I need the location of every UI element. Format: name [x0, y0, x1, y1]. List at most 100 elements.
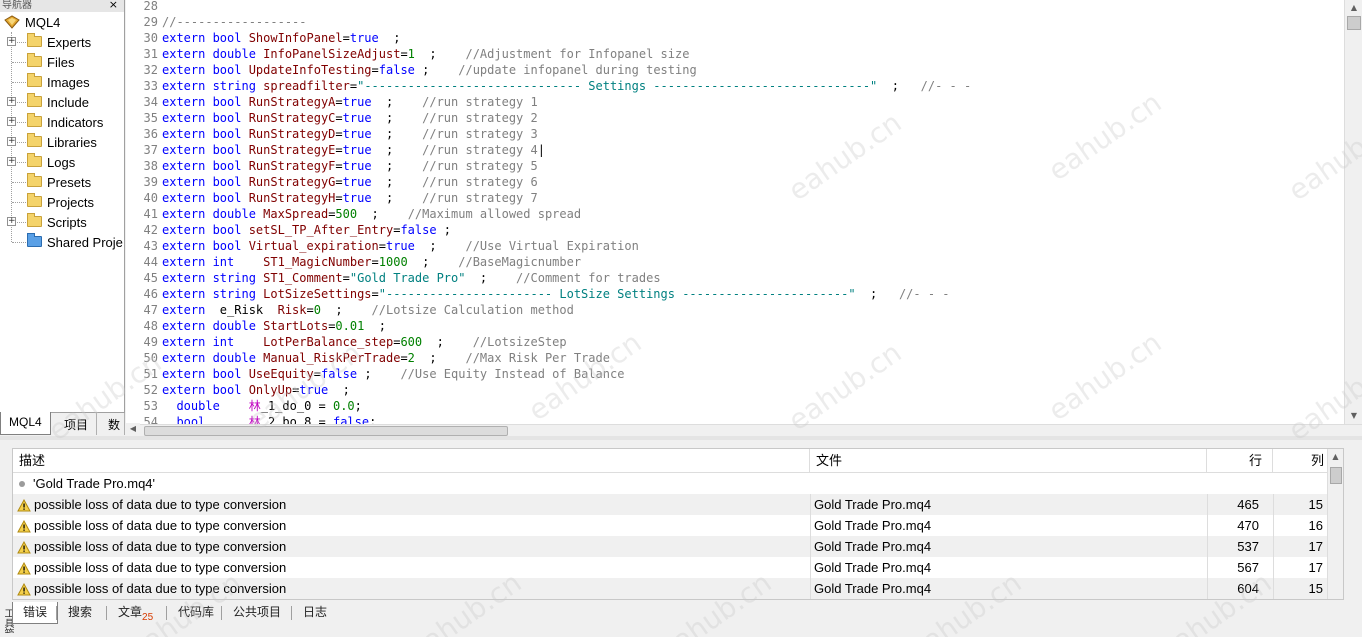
vertical-scroll-thumb[interactable]: [1347, 16, 1361, 30]
code-line[interactable]: 46 extern string LotSizeSettings="-------…: [126, 286, 950, 302]
errors-scroll-thumb[interactable]: [1330, 467, 1342, 484]
vertical-scrollbar[interactable]: ▲ ▼: [1344, 0, 1362, 424]
scroll-down-icon[interactable]: ▼: [1345, 408, 1362, 424]
error-row[interactable]: possible loss of data due to type conver…: [13, 578, 1343, 599]
tree-item-images[interactable]: Images: [0, 72, 124, 92]
code-line[interactable]: 41 extern double MaxSpread=500 ; //Maximu…: [126, 206, 582, 222]
code-line[interactable]: 44 extern int ST1_MagicNumber=1000 ; //Ba…: [126, 254, 582, 270]
code-line[interactable]: 50 extern double Manual_RiskPerTrade=2 ; …: [126, 350, 610, 366]
expand-plus-icon[interactable]: +: [7, 217, 16, 226]
errors-file-row[interactable]: 'Gold Trade Pro.mq4': [13, 473, 1343, 494]
scroll-up-icon[interactable]: ▲: [1328, 449, 1343, 465]
tree-item-logs[interactable]: + Logs: [0, 152, 124, 172]
code-line[interactable]: 54 bool 林_2_bo_8 = false;: [126, 414, 377, 424]
code-line[interactable]: 37 extern bool RunStrategyE=true ; //run …: [126, 142, 545, 158]
code-token: ;: [364, 319, 387, 333]
tree-item-projects[interactable]: Projects: [0, 192, 124, 212]
code-line[interactable]: 48 extern double StartLots=0.01 ;: [126, 318, 386, 334]
code-area[interactable]: 28 29 //------------------ 30 extern bool Sh…: [126, 0, 1342, 424]
errors-grid-header: 描述 文件 行 列: [13, 449, 1343, 473]
toolbox-tab-label: 公共项目: [233, 605, 282, 619]
code-line[interactable]: 43 extern bool Virtual_expiration=true ; …: [126, 238, 639, 254]
code-line[interactable]: 42 extern bool setSL_TP_After_Entry=false…: [126, 222, 451, 238]
horizontal-scroll-thumb[interactable]: [144, 426, 508, 436]
tree-item-indicators[interactable]: + Indicators: [0, 112, 124, 132]
tree-root-mql4[interactable]: MQL4: [4, 12, 60, 32]
code-token: //run strategy 6: [422, 175, 538, 189]
line-number: 32: [143, 63, 158, 77]
scroll-left-icon[interactable]: ◀: [126, 423, 140, 435]
horizontal-scrollbar[interactable]: ◀: [126, 423, 1362, 436]
column-header-description[interactable]: 描述: [13, 449, 810, 473]
nav-tab-0[interactable]: MQL4: [0, 412, 51, 435]
code-token: =: [342, 31, 350, 45]
nav-tab-1[interactable]: 项目: [56, 413, 98, 435]
code-line[interactable]: 35 extern bool RunStrategyC=true ; //run …: [126, 110, 538, 126]
code-token: bool: [212, 159, 249, 173]
code-token: "----------------------- LotSize Setting…: [378, 287, 856, 301]
close-icon[interactable]: ×: [109, 0, 118, 10]
code-editor[interactable]: 28 29 //------------------ 30 extern bool Sh…: [126, 0, 1362, 436]
code-token: extern: [162, 223, 213, 237]
code-token: =: [371, 255, 379, 269]
code-token: //Comment for trades: [516, 271, 661, 285]
tree-item-experts[interactable]: + Experts: [0, 32, 124, 52]
expand-plus-icon[interactable]: +: [7, 137, 16, 146]
toolbox-tab-1[interactable]: 搜索: [58, 602, 102, 624]
toolbox-tab-3[interactable]: 代码库: [168, 602, 224, 624]
expand-plus-icon[interactable]: +: [7, 97, 16, 106]
error-row[interactable]: possible loss of data due to type conver…: [13, 536, 1343, 557]
tree-item-shared-proje[interactable]: Shared Proje: [0, 232, 124, 252]
code-token: ;: [354, 399, 362, 413]
error-row[interactable]: possible loss of data due to type conver…: [13, 494, 1343, 515]
code-line[interactable]: 31 extern double InfoPanelSizeAdjust=1 ; …: [126, 46, 690, 62]
code-token: //------------------: [162, 15, 307, 29]
scroll-up-icon[interactable]: ▲: [1345, 0, 1362, 16]
column-header-file[interactable]: 文件: [810, 449, 1207, 473]
code-token: bool: [212, 63, 249, 77]
code-line[interactable]: 33 extern string spreadfilter="----------…: [126, 78, 972, 94]
errors-scrollbar[interactable]: ▲: [1327, 449, 1343, 599]
tree-item-files[interactable]: Files: [0, 52, 124, 72]
nav-tab-2[interactable]: 数: [100, 413, 125, 435]
tree-item-libraries[interactable]: + Libraries: [0, 132, 124, 152]
code-token: spreadfilter: [263, 79, 350, 93]
unread-badge: 25: [142, 612, 154, 623]
code-line[interactable]: 34 extern bool RunStrategyA=true ; //run …: [126, 94, 538, 110]
error-col-number: 17: [1273, 536, 1329, 557]
code-line[interactable]: 28: [126, 0, 162, 14]
code-line[interactable]: 36 extern bool RunStrategyD=true ; //run …: [126, 126, 538, 142]
code-line[interactable]: 47 extern e_Risk Risk=0 ; //Lotsize Calcu…: [126, 302, 574, 318]
code-token: ;: [371, 143, 423, 157]
code-line[interactable]: 49 extern int LotPerBalance_step=600 ; //…: [126, 334, 567, 350]
column-header-col[interactable]: 列: [1273, 449, 1329, 473]
toolbox-tab-5[interactable]: 日志: [293, 602, 337, 624]
code-line[interactable]: 51 extern bool UseEquity=false ; //Use Eq…: [126, 366, 625, 382]
toolbox-tab-0[interactable]: 错误: [12, 602, 59, 624]
code-line[interactable]: 39 extern bool RunStrategyG=true ; //run …: [126, 174, 538, 190]
code-token: double: [212, 207, 264, 221]
tree-item-presets[interactable]: Presets: [0, 172, 124, 192]
expand-plus-icon[interactable]: +: [7, 37, 16, 46]
tree-item-scripts[interactable]: + Scripts: [0, 212, 124, 232]
code-line[interactable]: 45 extern string ST1_Comment="Gold Trade …: [126, 270, 661, 286]
code-line[interactable]: 38 extern bool RunStrategyF=true ; //run …: [126, 158, 538, 174]
error-row[interactable]: possible loss of data due to type conver…: [13, 557, 1343, 578]
code-token: 0.0: [332, 399, 355, 413]
column-header-row[interactable]: 行: [1207, 449, 1273, 473]
expand-plus-icon[interactable]: +: [7, 157, 16, 166]
tree-item-include[interactable]: + Include: [0, 92, 124, 112]
code-line[interactable]: 30 extern bool ShowInfoPanel=true ;: [126, 30, 401, 46]
toolbox-tab-4[interactable]: 公共项目: [223, 602, 291, 624]
code-line[interactable]: 32 extern bool UpdateInfoTesting=false ; …: [126, 62, 697, 78]
code-line[interactable]: 29 //------------------: [126, 14, 307, 30]
error-row[interactable]: possible loss of data due to type conver…: [13, 515, 1343, 536]
code-line[interactable]: 52 extern bool OnlyUp=true ;: [126, 382, 350, 398]
code-token: bool: [212, 127, 249, 141]
code-token: 林: [248, 415, 261, 424]
code-token: e_Risk: [219, 303, 278, 317]
expand-plus-icon[interactable]: +: [7, 117, 16, 126]
toolbox-tab-2[interactable]: 文章25: [108, 602, 163, 624]
code-line[interactable]: 40 extern bool RunStrategyH=true ; //run …: [126, 190, 538, 206]
code-line[interactable]: 53 double 林_1_do_0 = 0.0;: [126, 398, 362, 414]
